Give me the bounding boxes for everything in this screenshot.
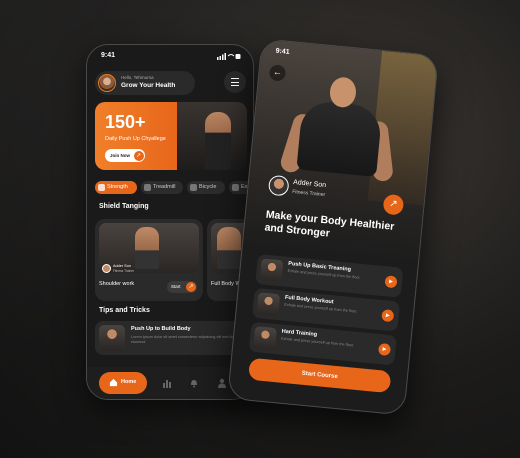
dumbbell-icon: [98, 184, 105, 191]
tip-thumbnail: [99, 325, 125, 351]
menu-icon-line: [231, 85, 239, 87]
system-status-icons: [217, 53, 241, 60]
exercise-icon: [232, 184, 239, 191]
profile-icon[interactable]: [217, 378, 227, 388]
header-title: Grow Your Health: [121, 82, 176, 89]
play-icon[interactable]: ▶: [384, 275, 398, 289]
section-title-workouts: Shield Tanging: [99, 203, 149, 210]
banner-athlete-image: [205, 112, 231, 170]
avatar[interactable]: [98, 74, 116, 92]
tab-home-label: Home: [121, 379, 137, 385]
chip-bicycle[interactable]: Bicycle: [187, 181, 225, 194]
workout-card[interactable]: Adder Son Fitness Trainer Shoulder work …: [95, 219, 203, 301]
menu-button[interactable]: [224, 71, 246, 93]
arrow-left-icon: ←: [272, 66, 283, 78]
join-now-button[interactable]: Join Now ↗: [105, 149, 145, 162]
tip-description: Lorem ipsum dolor sit amet consectetur a…: [131, 335, 234, 344]
workout-title: Shoulder work: [99, 281, 135, 287]
chip-strength[interactable]: Strength: [95, 181, 137, 194]
trainer-image: [217, 227, 241, 269]
play-icon[interactable]: ▶: [381, 309, 395, 323]
category-chips: Strength Treadmill Bicycle Ex: [95, 181, 251, 195]
bicycle-icon: [190, 184, 197, 191]
arrow-up-right-icon: ↗: [388, 198, 399, 211]
trainer-name: Adder Son: [292, 178, 327, 190]
trainer-role: Fitness Trainer: [113, 269, 135, 273]
phone-course-screen: 9:41 ← Adder Son Fitness Trainer ↗ Make …: [227, 38, 439, 416]
phone-home-screen: 9:41 Hello, Tehmurna Grow Your Health 15…: [86, 44, 254, 400]
tip-title: Push Up to Build Body: [131, 326, 191, 332]
course-thumbnail: [259, 258, 284, 283]
arrow-up-right-icon: ↗: [133, 150, 144, 161]
tip-card[interactable]: Push Up to Build Body Lorem ipsum dolor …: [95, 321, 245, 355]
challenge-banner[interactable]: 150+ Daily Push Up Chyallege Join Now ↗: [95, 102, 247, 170]
trainer-role: Fitness Trainer: [291, 188, 326, 199]
trainer-avatar: [267, 174, 290, 197]
course-thumbnail: [253, 325, 278, 351]
trainer-name: Adder Son: [113, 264, 131, 268]
section-title-tips: Tips and Tricks: [99, 307, 150, 314]
menu-icon-line: [231, 81, 239, 83]
join-now-label: Join Now: [110, 152, 130, 158]
chip-label: Strength: [107, 184, 128, 190]
start-button[interactable]: Start ↗: [167, 281, 197, 293]
trainer-image: [135, 227, 159, 269]
trainer-avatar: [102, 264, 111, 273]
treadmill-icon: [144, 184, 151, 191]
menu-icon: [231, 78, 239, 80]
chart-icon[interactable]: [162, 378, 172, 388]
banner-subtitle: Daily Push Up Chyallege: [105, 136, 166, 142]
banner-count: 150+: [105, 112, 146, 132]
course-thumbnail: [256, 292, 281, 317]
status-bar: 9:41: [101, 52, 241, 62]
chip-label: Treadmill: [153, 184, 176, 190]
chip-treadmill[interactable]: Treadmill: [141, 181, 183, 194]
arrow-up-right-icon: ↗: [186, 282, 196, 292]
bell-icon[interactable]: [189, 378, 199, 388]
hero-trainer-body: [296, 99, 383, 177]
chip-label: Bicycle: [199, 184, 217, 190]
greeting-text: Hello, Tehmurna: [121, 75, 154, 80]
tab-home[interactable]: Home: [99, 372, 147, 394]
play-icon[interactable]: ▶: [377, 342, 392, 357]
status-time: 9:41: [275, 47, 290, 57]
course-description: Exhale and press yourself up from the fl…: [280, 336, 355, 348]
start-label: Start: [171, 284, 181, 289]
status-time: 9:41: [101, 52, 116, 59]
profile-header[interactable]: Hello, Tehmurna Grow Your Health: [95, 71, 195, 95]
home-icon: [109, 378, 118, 387]
